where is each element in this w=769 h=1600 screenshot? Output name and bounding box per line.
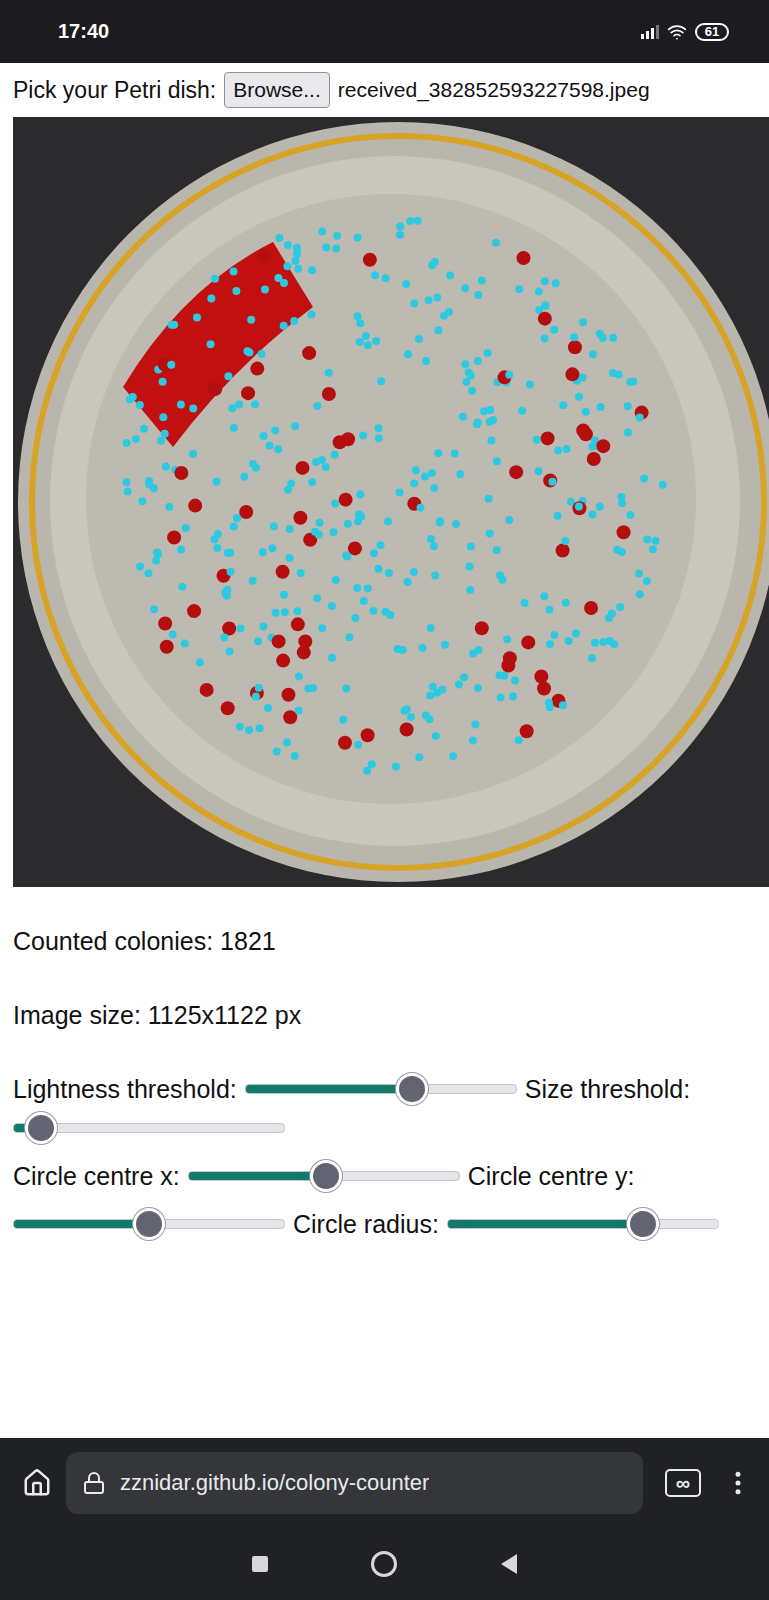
- file-picker: Pick your Petri dish: Browse... received_3…: [13, 63, 769, 117]
- slider[interactable]: [13, 1111, 285, 1145]
- result-text: Counted colonies: 1821: [13, 926, 761, 956]
- slider-track: [245, 1084, 517, 1094]
- result-text: Image size: 1125x1122 px: [13, 1000, 761, 1030]
- navigation-bar: [0, 1528, 769, 1600]
- slider-thumb[interactable]: [627, 1208, 659, 1240]
- slider-group: Lightness threshold: Size threshold:: [13, 1072, 769, 1145]
- phone-screen: 17:40 61 Pick your Petri dish: Browse... rec…: [0, 0, 769, 1600]
- slider-fill: [189, 1172, 327, 1180]
- battery-indicator: 61: [695, 23, 729, 41]
- slider-label: Circle centre y:: [468, 1159, 635, 1193]
- browser-bar: zznidar.github.io/colony-counter ∞: [0, 1438, 769, 1600]
- petri-dish-image: [13, 117, 769, 887]
- browse-button[interactable]: Browse...: [224, 72, 330, 108]
- back-icon[interactable]: [501, 1554, 517, 1574]
- slider[interactable]: [245, 1072, 517, 1106]
- menu-icon[interactable]: [723, 1468, 753, 1498]
- status-time: 17:40: [58, 20, 109, 43]
- url-text: zznidar.github.io/colony-counter: [120, 1470, 429, 1496]
- recents-icon[interactable]: [252, 1556, 268, 1572]
- home-nav-icon[interactable]: [371, 1551, 397, 1577]
- slider[interactable]: [188, 1159, 460, 1193]
- wifi-icon: [667, 22, 687, 42]
- status-icons: 61: [641, 22, 729, 42]
- slider-thumb[interactable]: [25, 1112, 57, 1144]
- url-field[interactable]: zznidar.github.io/colony-counter: [66, 1452, 643, 1514]
- signal-icon: [641, 25, 659, 39]
- slider-fill: [246, 1085, 416, 1093]
- file-picker-label: Pick your Petri dish:: [13, 77, 216, 104]
- tabs-button[interactable]: ∞: [665, 1469, 701, 1497]
- lock-icon: [82, 1471, 106, 1495]
- slider[interactable]: [13, 1207, 285, 1241]
- page-content: Pick your Petri dish: Browse... received_3…: [0, 63, 769, 1438]
- slider-label: Circle radius:: [293, 1207, 439, 1241]
- slider-label: Lightness threshold:: [13, 1072, 237, 1106]
- slider-fill: [14, 1220, 149, 1228]
- status-bar: 17:40 61: [0, 0, 769, 63]
- slider-thumb[interactable]: [133, 1208, 165, 1240]
- slider-label: Circle centre x:: [13, 1159, 180, 1193]
- home-icon[interactable]: [22, 1468, 52, 1498]
- file-name: received_382852593227598.jpeg: [338, 78, 650, 102]
- slider-fill: [448, 1220, 651, 1228]
- url-row: zznidar.github.io/colony-counter ∞: [0, 1438, 769, 1528]
- slider-track: [447, 1219, 719, 1229]
- slider-thumb[interactable]: [396, 1073, 428, 1105]
- slider-label: Size threshold:: [525, 1072, 690, 1106]
- slider-thumb[interactable]: [310, 1160, 342, 1192]
- slider-group: Circle centre x: Circle centre y: Circle r…: [13, 1159, 769, 1241]
- slider[interactable]: [447, 1207, 719, 1241]
